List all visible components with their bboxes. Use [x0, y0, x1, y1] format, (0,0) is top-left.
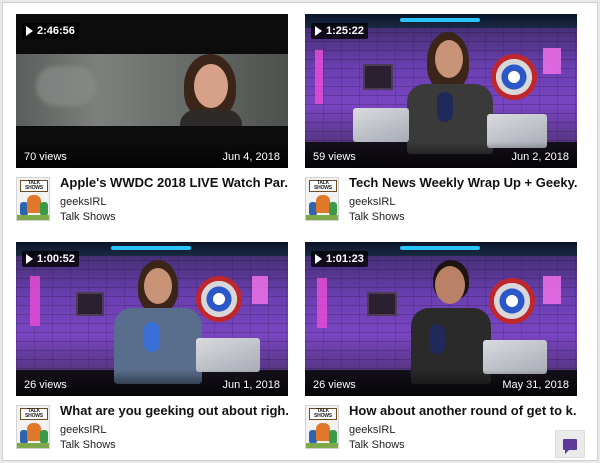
duration-text: 1:01:23 [326, 253, 364, 265]
video-thumbnail[interactable]: 1:00:52 26 views Jun 1, 2018 [16, 242, 288, 396]
play-icon [26, 254, 33, 264]
video-category[interactable]: Talk Shows [60, 438, 116, 452]
upload-date: Jun 1, 2018 [222, 379, 281, 391]
duration-text: 1:25:22 [326, 25, 364, 37]
channel-name[interactable]: geeksIRL [60, 423, 106, 437]
video-card[interactable]: 1:25:22 59 views Jun 2, 2018 TALK SHOWS … [305, 14, 577, 226]
chat-button[interactable] [555, 430, 585, 458]
video-title[interactable]: How about another round of get to k... [349, 403, 577, 419]
play-icon [315, 26, 322, 36]
view-count: 26 views [313, 379, 356, 391]
video-thumbnail[interactable]: 1:25:22 59 views Jun 2, 2018 [305, 14, 577, 168]
video-meta: TALK SHOWS How about another round of ge… [305, 403, 577, 453]
duration-text: 2:46:56 [37, 25, 75, 37]
channel-avatar[interactable]: TALK SHOWS [305, 405, 339, 449]
video-thumbnail[interactable]: 2:46:56 70 views Jun 4, 2018 [16, 14, 288, 168]
video-category[interactable]: Talk Shows [349, 438, 405, 452]
video-card[interactable]: 1:01:23 26 views May 31, 2018 TALK SHOWS… [305, 242, 577, 454]
upload-date: May 31, 2018 [502, 379, 569, 391]
channel-name[interactable]: geeksIRL [349, 423, 395, 437]
view-count: 59 views [313, 151, 356, 163]
upload-date: Jun 2, 2018 [511, 151, 570, 163]
play-icon [26, 26, 33, 36]
channel-avatar[interactable]: TALK SHOWS [16, 177, 50, 221]
video-meta: TALK SHOWS Apple's WWDC 2018 LIVE Watch … [16, 175, 288, 225]
channel-avatar[interactable]: TALK SHOWS [305, 177, 339, 221]
duration-badge: 2:46:56 [22, 23, 79, 39]
play-icon [315, 254, 322, 264]
video-category[interactable]: Talk Shows [60, 210, 116, 224]
avatar-sign: TALK SHOWS [309, 408, 337, 420]
upload-date: Jun 4, 2018 [222, 151, 281, 163]
video-card[interactable]: 2:46:56 70 views Jun 4, 2018 TALK SHOWS … [16, 14, 288, 226]
video-category[interactable]: Talk Shows [349, 210, 405, 224]
video-card[interactable]: 1:00:52 26 views Jun 1, 2018 TALK SHOWS … [16, 242, 288, 454]
avatar-sign: TALK SHOWS [20, 408, 48, 420]
channel-avatar[interactable]: TALK SHOWS [16, 405, 50, 449]
channel-name[interactable]: geeksIRL [60, 195, 106, 209]
video-meta: TALK SHOWS What are you geeking out abou… [16, 403, 288, 453]
channel-name[interactable]: geeksIRL [349, 195, 395, 209]
video-grid: 2:46:56 70 views Jun 4, 2018 TALK SHOWS … [2, 2, 598, 461]
video-title[interactable]: What are you geeking out about righ... [60, 403, 288, 419]
duration-badge: 1:00:52 [22, 251, 79, 267]
view-count: 26 views [24, 379, 67, 391]
duration-badge: 1:01:23 [311, 251, 368, 267]
video-meta: TALK SHOWS Tech News Weekly Wrap Up + Ge… [305, 175, 577, 225]
video-title[interactable]: Tech News Weekly Wrap Up + Geeky... [349, 175, 577, 191]
avatar-sign: TALK SHOWS [309, 180, 337, 192]
duration-text: 1:00:52 [37, 253, 75, 265]
chat-icon [563, 438, 577, 454]
video-thumbnail[interactable]: 1:01:23 26 views May 31, 2018 [305, 242, 577, 396]
avatar-sign: TALK SHOWS [20, 180, 48, 192]
duration-badge: 1:25:22 [311, 23, 368, 39]
video-title[interactable]: Apple's WWDC 2018 LIVE Watch Par... [60, 175, 288, 191]
view-count: 70 views [24, 151, 67, 163]
